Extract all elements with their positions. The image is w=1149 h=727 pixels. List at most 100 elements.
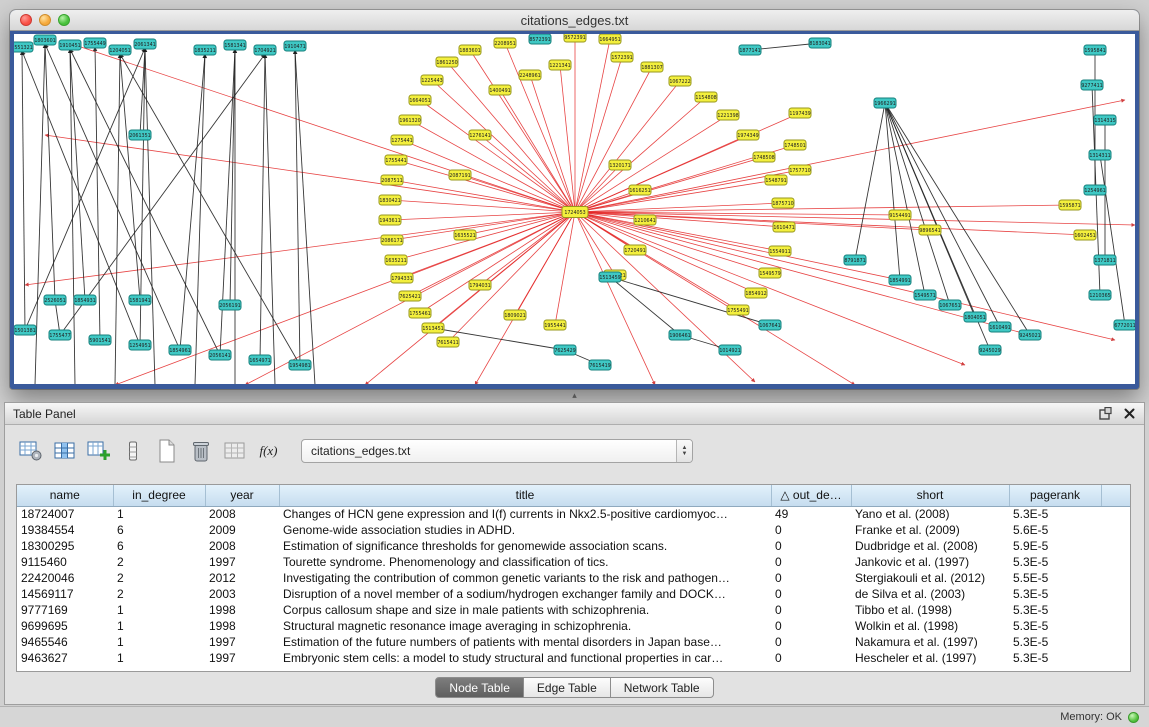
network-table-select[interactable]: citations_edges.txt ▲▼ [301,439,693,463]
graph-node[interactable]: 1830421 [379,195,401,205]
graph-node[interactable]: 7625421 [399,291,421,301]
graph-node[interactable]: 1635521 [454,230,476,240]
close-button[interactable] [20,14,32,26]
table-row[interactable]: 2242004622012Investigating the contribut… [17,570,1130,586]
graph-node[interactable]: 1755441 [385,155,407,165]
graph-node[interactable]: 1610471 [773,222,795,232]
delete-column-button[interactable] [187,437,214,464]
table-row[interactable]: 969969511998Structural magnetic resonanc… [17,618,1130,634]
graph-node[interactable]: 1549579 [759,268,781,278]
table-row[interactable]: 1830029562008Estimation of significance … [17,538,1130,554]
graph-node[interactable]: 1154808 [695,92,717,102]
node-table[interactable]: namein_degreeyeartitle△ out_de…shortpage… [16,484,1131,672]
graph-node[interactable]: 9277411 [1081,80,1103,90]
graph-node[interactable]: 1881307 [641,62,663,72]
graph-node[interactable]: 1966291 [874,98,896,108]
graph-node[interactable]: 1954981 [289,360,311,370]
table-mode-button[interactable] [17,437,44,464]
graph-node[interactable]: 1854912 [745,288,767,298]
graph-node[interactable]: 1854991 [889,275,911,285]
graph-node[interactable]: 2086171 [381,235,403,245]
splitter-handle-icon[interactable]: ▴ [572,390,577,400]
column-header-title[interactable]: title [279,485,771,506]
graph-node[interactable]: 1654971 [249,355,271,365]
graph-node[interactable]: 2248961 [519,70,541,80]
row-tools-button[interactable] [119,437,146,464]
graph-node[interactable]: 1254951 [129,340,151,350]
graph-node[interactable]: 1854961 [169,345,191,355]
import-table-button[interactable] [221,437,248,464]
graph-node[interactable]: 1595871 [1059,200,1081,210]
graph-node[interactable]: 1595841 [1084,45,1106,55]
float-panel-button[interactable] [1098,407,1112,421]
graph-node[interactable]: 9572391 [564,34,586,42]
graph-node[interactable]: 6772011 [1114,320,1135,330]
table-row[interactable]: 946554611997Estimation of the future num… [17,634,1130,650]
graph-node[interactable]: 1755461 [409,308,431,318]
graph-node[interactable]: 1809021 [504,310,526,320]
table-row[interactable]: 1456911722003Disruption of a novel membe… [17,586,1130,602]
graph-node[interactable]: 1221341 [549,60,571,70]
graph-node[interactable]: 1067651 [939,300,961,310]
graph-node[interactable]: 7615419 [589,360,611,370]
tab-node-table[interactable]: Node Table [435,677,524,698]
graph-node[interactable]: 1910471 [284,41,306,51]
graph-node[interactable]: 1794331 [391,273,413,283]
column-header-year[interactable]: year [205,485,279,506]
tab-edge-table[interactable]: Edge Table [524,677,611,698]
graph-node[interactable]: 7615411 [437,337,459,347]
graph-node[interactable]: 1906461 [669,330,691,340]
graph-node[interactable]: 1221398 [717,110,739,120]
graph-node[interactable]: 1664051 [409,95,431,105]
column-header-pagerank[interactable]: pagerank [1009,485,1101,506]
column-header-out_de[interactable]: △ out_de… [771,485,851,506]
graph-node[interactable]: 2061341 [134,39,156,49]
graph-node[interactable]: 9154491 [889,210,911,220]
graph-node[interactable]: 1616251 [629,185,651,195]
graph-node[interactable]: 1755477 [49,330,71,340]
graph-node[interactable]: 1755491 [727,305,749,315]
graph-node[interactable]: 5901541 [89,335,111,345]
graph-node[interactable]: 1854931 [74,295,96,305]
graph-node[interactable]: 2087191 [449,170,471,180]
graph-node[interactable]: 1210365 [1089,290,1111,300]
graph-node[interactable]: 1835211 [194,45,216,55]
column-header-in_degree[interactable]: in_degree [113,485,205,506]
graph-node[interactable]: 1320171 [609,160,631,170]
graph-node[interactable]: 1794031 [469,280,491,290]
graph-node[interactable]: 2087511 [381,175,403,185]
graph-node[interactable]: 1314311 [1089,150,1111,160]
table-row[interactable]: 1872400712008Changes of HCN gene express… [17,506,1130,522]
graph-node[interactable]: 1275441 [391,135,413,145]
graph-node[interactable]: 1548791 [765,175,787,185]
graph-node[interactable]: 1572391 [611,52,633,62]
graph-node[interactable]: 1804051 [964,312,986,322]
column-header-name[interactable]: name [17,485,113,506]
graph-node[interactable]: 1254961 [1084,185,1106,195]
graph-node[interactable]: 1755449 [84,38,106,48]
graph-node[interactable]: 1551321 [14,42,33,52]
graph-node[interactable]: 1014921 [719,345,741,355]
graph-node[interactable]: 1513451 [422,323,444,333]
graph-node[interactable]: 1974349 [737,130,759,140]
graph-node[interactable]: 1877141 [739,45,761,55]
graph-node[interactable]: 1210641 [634,215,656,225]
graph-node[interactable]: 2061351 [129,130,151,140]
table-row[interactable]: 911546021997Tourette syndrome. Phenomeno… [17,554,1130,570]
graph-node[interactable]: 1067641 [759,320,781,330]
graph-node[interactable]: 1204051 [109,45,131,55]
graph-node[interactable]: 1955441 [544,320,566,330]
graph-node[interactable]: 2526051 [44,295,66,305]
graph-node[interactable]: 1549571 [914,290,936,300]
graph-node[interactable]: 9245029 [979,345,1001,355]
new-table-button[interactable] [153,437,180,464]
column-header-short[interactable]: short [851,485,1009,506]
graph-node[interactable]: 1664951 [599,34,621,44]
graph-node[interactable]: 1067222 [669,76,691,86]
graph-node[interactable]: 1501381 [14,325,36,335]
graph-node[interactable]: 2056141 [209,350,231,360]
graph-node[interactable]: 1748501 [784,140,806,150]
graph-node[interactable]: 1276141 [469,130,491,140]
graph-node[interactable]: 1513459 [599,272,621,282]
graph-node[interactable]: 1910451 [59,40,81,50]
